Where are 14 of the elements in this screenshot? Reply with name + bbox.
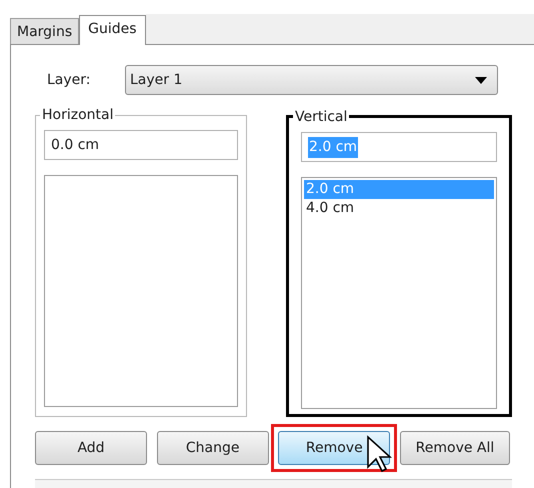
action-button[interactable]: Remove [278, 431, 390, 465]
action-button[interactable]: Remove All [400, 431, 510, 465]
guide-list[interactable]: 2.0 cm 4.0 cm [301, 177, 497, 409]
dropdown-arrow-icon [475, 76, 487, 84]
layer-dropdown[interactable]: Layer 1 [125, 65, 498, 95]
tab[interactable]: Guides [79, 15, 146, 45]
action-button[interactable]: Change [156, 431, 269, 465]
action-button[interactable]: Add [35, 431, 147, 465]
tab[interactable]: Margins [10, 18, 80, 44]
guide-list[interactable] [44, 175, 238, 407]
list-item[interactable]: 4.0 cm [304, 199, 494, 218]
value-field[interactable]: 0.0 cm [44, 130, 238, 160]
cursor-icon [366, 435, 392, 473]
layer-label: Layer: [47, 70, 92, 90]
